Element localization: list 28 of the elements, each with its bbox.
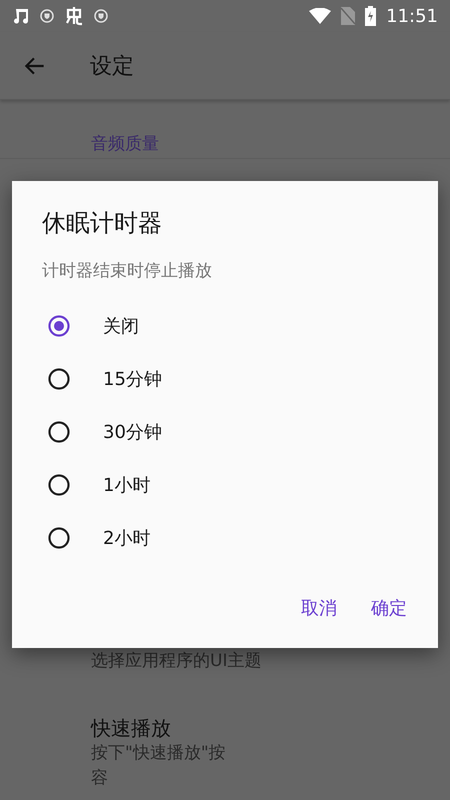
radio-button[interactable] [48, 314, 70, 336]
shield-icon [94, 9, 108, 23]
wifi-icon [309, 8, 332, 24]
setting-summary: 选择应用程序的UI主题 [91, 651, 262, 671]
app-icon [64, 6, 84, 26]
shield-icon [40, 9, 54, 23]
no-sim-icon [341, 7, 356, 25]
dialog-button[interactable]: 取消 [288, 588, 350, 628]
category-header: 音频质量 [91, 134, 159, 154]
screen-title: 设定 [90, 52, 134, 80]
dialog-title: 休眠计时器 [42, 208, 163, 239]
setting-title: 快速播放 [91, 716, 171, 740]
dialog-button[interactable]: 确定 [358, 588, 420, 628]
option-label[interactable]: 关闭 [103, 314, 139, 338]
dialog-message: 计时器结束时停止播放 [42, 260, 213, 283]
setting-summary: 按下"快速播放"按 [91, 743, 226, 763]
radio-button[interactable] [48, 368, 70, 390]
music-note-icon [14, 7, 30, 25]
option-label[interactable]: 1小时 [103, 472, 150, 496]
battery-charging-icon [365, 6, 376, 26]
radio-button[interactable] [48, 474, 70, 496]
setting-summary: 容 [91, 768, 108, 788]
clock-time: 11:51 [386, 6, 438, 26]
option-label[interactable]: 15分钟 [103, 366, 162, 390]
option-label[interactable]: 2小时 [103, 526, 150, 550]
radio-button[interactable] [48, 420, 70, 442]
radio-button[interactable] [48, 526, 70, 548]
option-label[interactable]: 30分钟 [103, 420, 162, 444]
